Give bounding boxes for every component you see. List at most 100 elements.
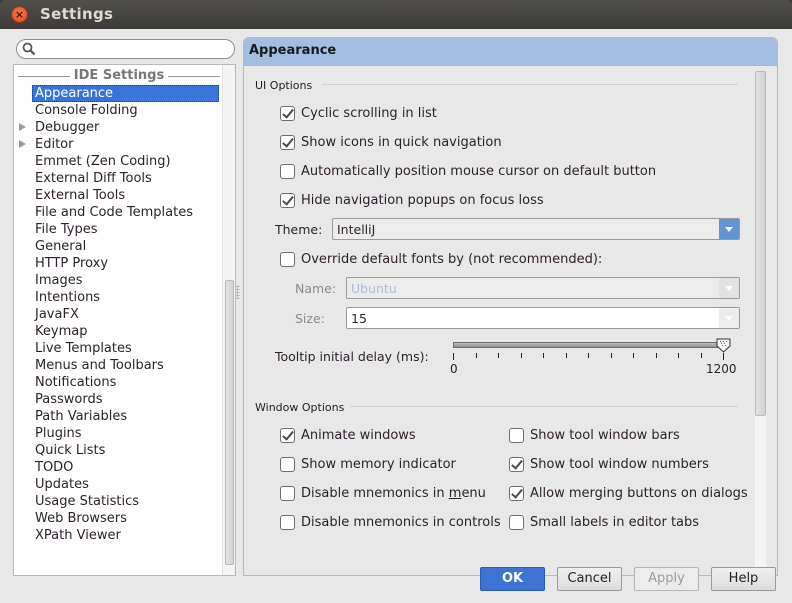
tree-item[interactable]: Web Browsers bbox=[14, 510, 222, 527]
tree-item[interactable]: File and Code Templates bbox=[14, 204, 222, 221]
font-size-value: 15 bbox=[351, 311, 367, 326]
small-labels-checkbox[interactable]: Small labels in editor tabs bbox=[509, 514, 699, 530]
slider-tick bbox=[611, 353, 612, 358]
checkbox-box[interactable] bbox=[280, 105, 295, 121]
tree-item[interactable]: Editor bbox=[14, 136, 222, 153]
tree-item[interactable]: Console Folding bbox=[14, 102, 222, 119]
tree-item[interactable]: Usage Statistics bbox=[14, 493, 222, 510]
font-name-dropdown[interactable]: Ubuntu bbox=[346, 277, 740, 299]
checkbox-box[interactable] bbox=[280, 514, 295, 530]
slider-max-label: 1200 bbox=[706, 362, 737, 376]
tree-item[interactable]: TODO bbox=[14, 459, 222, 476]
panel-scrollbar-thumb[interactable] bbox=[755, 71, 766, 416]
checkbox-label: Disable mnemonics in menu bbox=[301, 486, 486, 501]
override-fonts-checkbox[interactable]: Override default fonts by (not recommend… bbox=[280, 251, 602, 267]
checkbox-label: Small labels in editor tabs bbox=[530, 514, 700, 530]
tree-item-label: Usage Statistics bbox=[35, 494, 140, 509]
cancel-button[interactable]: Cancel bbox=[557, 567, 622, 591]
search-input[interactable] bbox=[39, 42, 229, 57]
slider-tick bbox=[543, 353, 544, 358]
checkbox-box[interactable] bbox=[280, 427, 295, 443]
checkbox-box[interactable] bbox=[509, 514, 524, 530]
tree-item[interactable]: XPath Viewer bbox=[14, 527, 222, 544]
window-options-title: Window Options bbox=[255, 401, 345, 414]
checkbox-label: Show tool window numbers bbox=[530, 456, 709, 472]
tree-item[interactable]: Debugger bbox=[14, 119, 222, 136]
tree-item[interactable]: Images bbox=[14, 272, 222, 289]
tree-item[interactable]: Appearance bbox=[14, 85, 222, 102]
slider-tick bbox=[476, 353, 477, 358]
tree-item-label: Passwords bbox=[35, 392, 103, 407]
tree-item[interactable]: Keymap bbox=[14, 323, 222, 340]
checkbox-box[interactable] bbox=[280, 163, 295, 179]
chevron-down-icon[interactable] bbox=[719, 308, 739, 328]
tree-item-label: Notifications bbox=[35, 375, 117, 390]
chevron-down-icon[interactable] bbox=[719, 278, 739, 298]
tree-item-label: HTTP Proxy bbox=[35, 256, 109, 271]
tree-item[interactable]: JavaFX bbox=[14, 306, 222, 323]
tooltip-delay-label: Tooltip initial delay (ms): bbox=[275, 349, 429, 364]
tree-item[interactable]: Path Variables bbox=[14, 408, 222, 425]
checkbox-box[interactable] bbox=[280, 192, 295, 208]
slider-tick bbox=[633, 353, 634, 358]
tree-item[interactable]: External Diff Tools bbox=[14, 170, 222, 187]
checkbox-box[interactable] bbox=[509, 485, 524, 501]
tooltip-delay-slider[interactable]: 0 1200 bbox=[450, 338, 737, 380]
auto-position-mouse-checkbox[interactable]: Automatically position mouse cursor on d… bbox=[280, 163, 656, 179]
checkbox-box[interactable] bbox=[280, 456, 295, 472]
tree-item[interactable]: External Tools bbox=[14, 187, 222, 204]
tree-item[interactable]: File Types bbox=[14, 221, 222, 238]
disable-mnemonics-menu-checkbox[interactable]: Disable mnemonics in menu bbox=[280, 485, 486, 501]
tree-item[interactable]: Plugins bbox=[14, 425, 222, 442]
apply-button[interactable]: Apply bbox=[634, 567, 699, 591]
expand-arrow-icon[interactable] bbox=[19, 140, 26, 148]
tree-item[interactable]: Intentions bbox=[14, 289, 222, 306]
tree-item[interactable]: General bbox=[14, 238, 222, 255]
show-tool-window-numbers-checkbox[interactable]: Show tool window numbers bbox=[509, 456, 709, 472]
panel-scrollbar[interactable] bbox=[755, 71, 766, 567]
help-button[interactable]: Help bbox=[711, 567, 776, 591]
ok-button[interactable]: OK bbox=[480, 567, 545, 591]
tree-item[interactable]: Notifications bbox=[14, 374, 222, 391]
tree-item[interactable]: Passwords bbox=[14, 391, 222, 408]
tree-item[interactable]: Live Templates bbox=[14, 340, 222, 357]
font-size-dropdown[interactable]: 15 bbox=[346, 307, 740, 329]
checkbox-label: Disable mnemonics in controls bbox=[301, 514, 501, 530]
font-name-value: Ubuntu bbox=[351, 281, 397, 296]
checkbox-box[interactable] bbox=[280, 134, 295, 150]
slider-track[interactable] bbox=[453, 342, 723, 348]
checkbox-box[interactable] bbox=[509, 456, 524, 472]
splitter-handle[interactable] bbox=[236, 285, 240, 299]
search-field[interactable] bbox=[16, 39, 235, 59]
slider-tick bbox=[521, 353, 522, 358]
tree-item[interactable]: HTTP Proxy bbox=[14, 255, 222, 272]
tree-item-label: Intentions bbox=[35, 290, 101, 305]
hide-navigation-popups-checkbox[interactable]: Hide navigation popups on focus loss bbox=[280, 192, 544, 208]
tree-scrollbar-thumb[interactable] bbox=[225, 280, 234, 565]
tree-item[interactable]: Menus and Toolbars bbox=[14, 357, 222, 374]
allow-merging-buttons-checkbox[interactable]: Allow merging buttons on dialogs bbox=[509, 485, 748, 501]
tree-item[interactable]: Quick Lists bbox=[14, 442, 222, 459]
checkbox-box[interactable] bbox=[280, 485, 295, 501]
tree-item[interactable]: Emmet (Zen Coding) bbox=[14, 153, 222, 170]
cyclic-scrolling-checkbox[interactable]: Cyclic scrolling in list bbox=[280, 105, 437, 121]
expand-arrow-icon[interactable] bbox=[19, 123, 26, 131]
close-window-button[interactable]: × bbox=[11, 6, 28, 23]
checkbox-box[interactable] bbox=[280, 251, 295, 267]
theme-value: IntelliJ bbox=[337, 222, 376, 237]
disable-mnemonics-controls-checkbox[interactable]: Disable mnemonics in controls bbox=[280, 514, 501, 530]
chevron-down-icon[interactable] bbox=[719, 219, 739, 239]
ui-options-title: UI Options bbox=[255, 79, 313, 92]
ui-options-divider bbox=[322, 84, 738, 85]
tree-item-label: Quick Lists bbox=[35, 443, 106, 458]
slider-knob[interactable] bbox=[716, 338, 731, 353]
show-tool-window-bars-checkbox[interactable]: Show tool window bars bbox=[509, 427, 680, 443]
close-icon: × bbox=[14, 8, 25, 21]
tree-scrollbar[interactable] bbox=[222, 65, 235, 575]
theme-dropdown[interactable]: IntelliJ bbox=[332, 218, 740, 240]
show-memory-indicator-checkbox[interactable]: Show memory indicator bbox=[280, 456, 456, 472]
tree-item[interactable]: Updates bbox=[14, 476, 222, 493]
checkbox-box[interactable] bbox=[509, 427, 524, 443]
show-icons-checkbox[interactable]: Show icons in quick navigation bbox=[280, 134, 502, 150]
animate-windows-checkbox[interactable]: Animate windows bbox=[280, 427, 416, 443]
